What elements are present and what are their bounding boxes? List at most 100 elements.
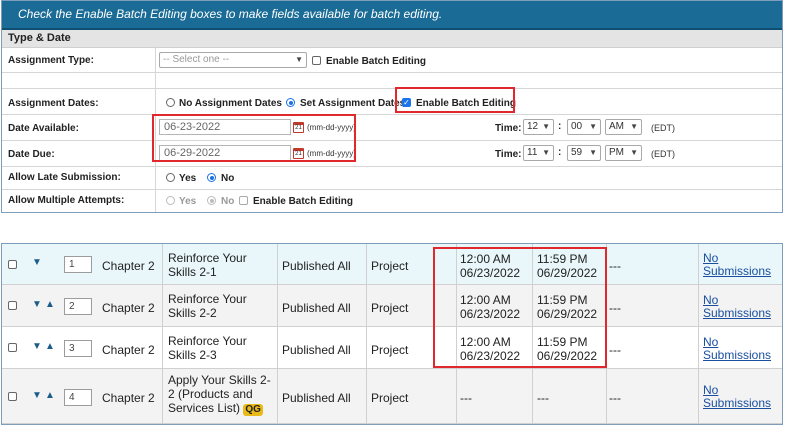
batch-edit-panel: Check the Enable Batch Editing boxes to … xyxy=(1,0,783,213)
chevron-down-icon: ▼ xyxy=(542,148,550,157)
column-divider xyxy=(162,369,163,423)
column-divider xyxy=(532,369,533,423)
column-divider xyxy=(162,285,163,326)
qg-badge[interactable]: QG xyxy=(243,404,263,416)
no-submissions-link[interactable]: No Submissions xyxy=(703,252,778,278)
column-divider xyxy=(277,327,278,368)
no-assignment-dates-radio[interactable] xyxy=(166,98,175,107)
row-select-checkbox[interactable] xyxy=(8,392,17,401)
multiple-attempts-no-radio[interactable] xyxy=(207,196,216,205)
chevron-down-icon: ▼ xyxy=(542,122,550,131)
move-up-icon[interactable]: ▲ xyxy=(45,299,55,310)
row-divider xyxy=(2,72,782,73)
assignment-dates-row: Assignment Dates: No Assignment Dates Se… xyxy=(2,89,782,114)
title-cell: Reinforce Your Skills 2-2 xyxy=(168,292,247,320)
extra-cell: --- xyxy=(609,343,621,357)
no-submissions-link[interactable]: No Submissions xyxy=(703,294,778,320)
time-colon: : xyxy=(558,121,562,132)
row-select-checkbox[interactable] xyxy=(8,343,17,352)
order-input[interactable]: 4 xyxy=(64,389,92,406)
move-down-icon[interactable]: ▼ xyxy=(32,299,42,310)
assignment-type-label: Assignment Type: xyxy=(8,55,94,66)
start-time-cell: --- xyxy=(460,391,472,405)
date-due-label: Date Due: xyxy=(8,149,55,160)
available-ampm-select[interactable]: AM ▼ xyxy=(605,119,642,135)
column-divider xyxy=(155,89,156,114)
row-select-checkbox[interactable] xyxy=(8,260,17,269)
late-submission-yes-radio[interactable] xyxy=(166,173,175,182)
order-input[interactable]: 2 xyxy=(64,298,92,315)
no-assignment-dates-label: No Assignment Dates xyxy=(179,98,282,109)
chapter-cell: Chapter 2 xyxy=(102,343,155,357)
late-submission-no-label: No xyxy=(221,173,235,184)
table-row: ▼ ▲ 3 Chapter 2 Reinforce Your Skills 2-… xyxy=(2,327,782,369)
title-cell: Reinforce Your Skills 2-1 xyxy=(168,251,247,279)
order-input[interactable]: 3 xyxy=(64,340,92,357)
column-divider xyxy=(366,327,367,368)
move-down-icon[interactable]: ▼ xyxy=(32,341,42,352)
due-ampm-value: PM xyxy=(609,147,624,158)
time-label: Time: xyxy=(495,149,522,160)
table-row: ▼ ▲ 2 Chapter 2 Reinforce Your Skills 2-… xyxy=(2,285,782,327)
section-title: Type & Date xyxy=(2,30,782,48)
chevron-down-icon: ▼ xyxy=(295,55,303,64)
no-submissions-link[interactable]: No Submissions xyxy=(703,384,778,410)
chevron-down-icon: ▼ xyxy=(589,122,597,131)
column-divider xyxy=(698,244,699,284)
no-submissions-link[interactable]: No Submissions xyxy=(703,336,778,362)
column-divider xyxy=(155,190,156,212)
batch-edit-banner: Check the Enable Batch Editing boxes to … xyxy=(2,1,782,30)
highlight-box xyxy=(433,247,607,368)
due-ampm-select[interactable]: PM ▼ xyxy=(605,145,642,161)
move-down-icon[interactable]: ▼ xyxy=(32,390,42,401)
chevron-down-icon: ▼ xyxy=(630,122,638,131)
column-divider xyxy=(366,285,367,326)
column-divider xyxy=(366,369,367,423)
status-cell: Published All xyxy=(282,301,351,315)
type-cell: Project xyxy=(371,301,409,315)
column-divider xyxy=(366,244,367,284)
row-select-checkbox[interactable] xyxy=(8,301,17,310)
column-divider xyxy=(698,327,699,368)
move-down-icon[interactable]: ▼ xyxy=(32,257,42,268)
assignment-type-batch-checkbox[interactable] xyxy=(312,56,321,65)
multiple-attempts-row: Allow Multiple Attempts: Yes No Enable B… xyxy=(2,190,782,212)
date-available-label: Date Available: xyxy=(8,123,79,134)
due-hour-value: 11 xyxy=(527,147,538,158)
multiple-attempts-batch-checkbox[interactable] xyxy=(239,196,248,205)
multiple-attempts-batch-label: Enable Batch Editing xyxy=(253,196,354,207)
type-cell: Project xyxy=(371,259,409,273)
late-submission-no-radio[interactable] xyxy=(207,173,216,182)
available-minute-select[interactable]: 00 ▼ xyxy=(567,119,601,135)
chapter-cell: Chapter 2 xyxy=(102,301,155,315)
order-input[interactable]: 1 xyxy=(64,256,92,273)
type-cell: Project xyxy=(371,391,409,405)
assignment-type-batch-label: Enable Batch Editing xyxy=(326,56,427,67)
status-cell: Published All xyxy=(282,259,351,273)
move-up-icon[interactable]: ▲ xyxy=(45,390,55,401)
column-divider xyxy=(456,369,457,423)
table-row: ▼ 1 Chapter 2 Reinforce Your Skills 2-1 … xyxy=(2,244,782,285)
title-cell: Apply Your Skills 2-2 (Products and Serv… xyxy=(168,373,276,416)
timezone-label: (EDT) xyxy=(651,123,675,133)
assignment-type-select[interactable]: -- Select one -- ▼ xyxy=(159,52,307,68)
set-assignment-dates-radio[interactable] xyxy=(286,98,295,107)
available-ampm-value: AM xyxy=(609,121,624,132)
column-divider xyxy=(698,369,699,423)
status-cell: Published All xyxy=(282,343,351,357)
due-minute-value: 59 xyxy=(571,147,583,158)
column-divider xyxy=(162,244,163,284)
highlight-box xyxy=(152,114,356,162)
date-available-row: Date Available: 06-23-2022 (mm-dd-yyyy) … xyxy=(2,115,782,140)
chevron-down-icon: ▼ xyxy=(630,148,638,157)
available-hour-select[interactable]: 12 ▼ xyxy=(523,119,554,135)
column-divider xyxy=(155,73,156,88)
available-hour-value: 12 xyxy=(527,121,539,132)
move-up-icon[interactable]: ▲ xyxy=(45,341,55,352)
multiple-attempts-yes-radio[interactable] xyxy=(166,196,175,205)
due-minute-select[interactable]: 59 ▼ xyxy=(567,145,601,161)
due-hour-select[interactable]: 11 ▼ xyxy=(523,145,554,161)
set-assignment-dates-label: Set Assignment Dates xyxy=(300,98,406,109)
available-minute-value: 00 xyxy=(571,121,583,132)
column-divider xyxy=(606,369,607,423)
